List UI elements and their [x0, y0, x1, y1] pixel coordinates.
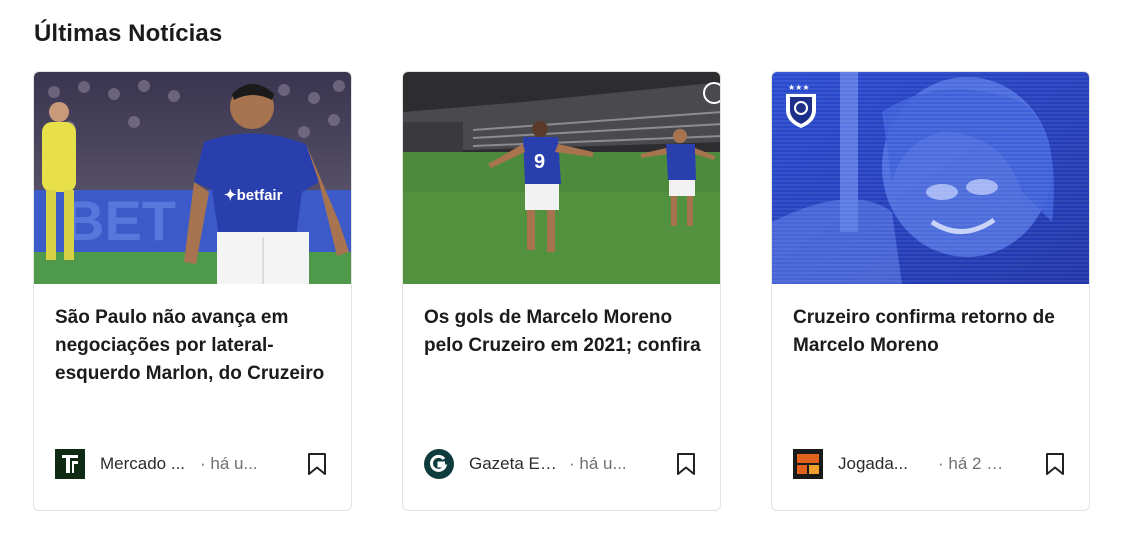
published-time: · há u...	[569, 454, 627, 473]
svg-text:★★★: ★★★	[788, 83, 810, 92]
svg-text:9: 9	[534, 151, 545, 173]
bookmark-icon[interactable]	[1041, 450, 1069, 478]
news-card-image[interactable]: ★★★	[772, 72, 1089, 284]
news-card-footer: Jogada... · há 2 hor...	[793, 448, 1075, 480]
gazeta-esportiva-logo	[424, 449, 454, 479]
source-name[interactable]: Jogada...	[838, 454, 928, 474]
published-time: · há 2 hor...	[938, 454, 1008, 473]
news-card-title[interactable]: Os gols de Marcelo Moreno pelo Cruzeiro …	[424, 304, 706, 360]
news-card-title[interactable]: Cruzeiro confirma retorno de Marcelo Mor…	[793, 304, 1075, 360]
news-card-footer: Mercado ... · há u...	[55, 448, 337, 480]
bookmark-icon[interactable]	[303, 450, 331, 478]
mercado-do-futebol-logo	[55, 449, 85, 479]
source-name[interactable]: Mercado ...	[100, 454, 190, 474]
news-card[interactable]: ★★★ Cruzeiro confirma retorno de Marcelo…	[771, 71, 1090, 511]
bookmark-icon[interactable]	[672, 450, 700, 478]
source-name[interactable]: Gazeta Es...	[469, 454, 559, 474]
published-time: · há u...	[200, 454, 258, 473]
news-card-image[interactable]: 9	[403, 72, 720, 284]
news-card-image[interactable]: BET ✦betfair	[34, 72, 351, 284]
jogada-10-logo	[793, 449, 823, 479]
news-card-footer: Gazeta Es... · há u...	[424, 448, 706, 480]
news-card-title[interactable]: São Paulo não avança em negociações por …	[55, 304, 337, 388]
section-title: Últimas Notícias	[34, 20, 223, 47]
news-card[interactable]: 9 Os gols de Marcelo Moreno pelo Cruzeir…	[402, 71, 721, 511]
svg-text:✦betfair: ✦betfair	[224, 187, 283, 204]
svg-text:BET: BET	[64, 189, 176, 252]
news-card[interactable]: BET ✦betfair São Paulo não avança em neg…	[33, 71, 352, 511]
